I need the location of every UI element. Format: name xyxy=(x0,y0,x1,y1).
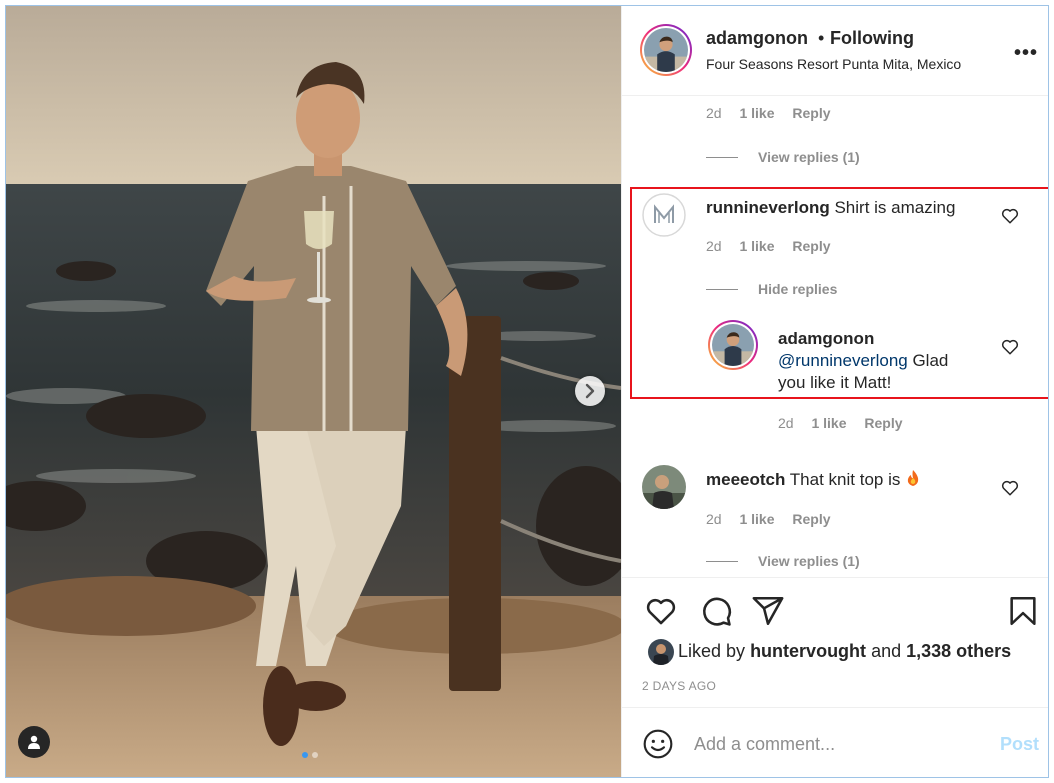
avatar-image xyxy=(642,465,686,509)
share-icon[interactable] xyxy=(751,594,785,628)
highlight-box xyxy=(630,187,1048,399)
reply-time: 2d xyxy=(778,415,794,431)
like-comment-heart-icon[interactable] xyxy=(1001,479,1019,497)
avatar-image xyxy=(644,28,688,72)
replies-divider xyxy=(706,560,738,562)
post-sidebar: adamgonon • Following Four Seasons Resor… xyxy=(621,6,1048,777)
view-replies-label: View replies (1) xyxy=(758,149,860,165)
photo-scene xyxy=(6,6,621,777)
author-avatar[interactable] xyxy=(640,24,692,76)
reply-meta: 2d 1 like Reply xyxy=(778,415,903,431)
liked-by-prefix: Liked by xyxy=(678,641,746,661)
replies-divider xyxy=(706,156,738,158)
comment-meta: 2d 1 like Reply xyxy=(706,105,831,121)
post-photo[interactable] xyxy=(6,6,621,777)
add-comment-bar: Post xyxy=(622,707,1048,777)
post-comment-button[interactable]: Post xyxy=(1000,734,1039,755)
liked-by-text: Liked by huntervought and 1,338 others xyxy=(678,641,1011,662)
post-timestamp[interactable]: 2 DAYS AGO xyxy=(642,679,716,693)
comment-username[interactable]: meeeotch xyxy=(706,470,785,489)
bookmark-icon[interactable] xyxy=(1006,594,1040,628)
carousel-indicators xyxy=(302,752,318,758)
carousel-dot-active xyxy=(302,752,308,758)
comment-text: That knit top is xyxy=(789,470,901,489)
comment-likes[interactable]: 1 like xyxy=(739,105,774,121)
separator-dot: • xyxy=(818,28,825,48)
comment-likes[interactable]: 1 like xyxy=(739,511,774,527)
commenter-avatar[interactable] xyxy=(642,465,686,509)
view-replies-button[interactable]: View replies (1) xyxy=(706,553,860,569)
avatar-image xyxy=(648,639,674,665)
liked-by-others[interactable]: 1,338 others xyxy=(906,641,1011,661)
emoji-icon[interactable] xyxy=(642,728,674,760)
instagram-post-modal: adamgonon • Following Four Seasons Resor… xyxy=(5,5,1049,778)
post-header: adamgonon • Following Four Seasons Resor… xyxy=(622,6,1048,96)
comment-time: 2d xyxy=(706,511,722,527)
following-button[interactable]: Following xyxy=(830,28,914,49)
liked-by-and: and xyxy=(871,641,902,661)
view-replies-label: View replies (1) xyxy=(758,553,860,569)
comment-reply-button[interactable]: Reply xyxy=(792,105,830,121)
post-location[interactable]: Four Seasons Resort Punta Mita, Mexico xyxy=(706,56,961,72)
comments-list[interactable]: 2d 1 like Reply View replies (1) runnine… xyxy=(622,97,1048,577)
heart-icon[interactable] xyxy=(644,594,678,628)
comment-time: 2d xyxy=(706,105,722,121)
more-options-icon[interactable]: ••• xyxy=(1014,42,1038,65)
reply-likes[interactable]: 1 like xyxy=(811,415,846,431)
chevron-right-icon xyxy=(585,383,595,399)
liked-by-user[interactable]: huntervought xyxy=(750,641,866,661)
post-actions: Liked by huntervought and 1,338 others 2… xyxy=(622,577,1048,707)
comment-reply-button[interactable]: Reply xyxy=(792,511,830,527)
comment-meta: 2d 1 like Reply xyxy=(706,511,831,527)
comment-icon[interactable] xyxy=(699,594,733,628)
fire-icon xyxy=(907,470,919,486)
carousel-dot xyxy=(312,752,318,758)
liker-avatar[interactable] xyxy=(648,639,674,665)
next-slide-button[interactable] xyxy=(575,376,605,406)
tagged-users-button[interactable] xyxy=(18,726,50,758)
view-replies-button[interactable]: View replies (1) xyxy=(706,149,860,165)
user-icon xyxy=(28,735,40,749)
author-username[interactable]: adamgonon xyxy=(706,28,808,49)
reply-reply-button[interactable]: Reply xyxy=(864,415,902,431)
comment-input[interactable] xyxy=(694,732,984,756)
comment-body: meeeotch That knit top is xyxy=(706,469,996,491)
